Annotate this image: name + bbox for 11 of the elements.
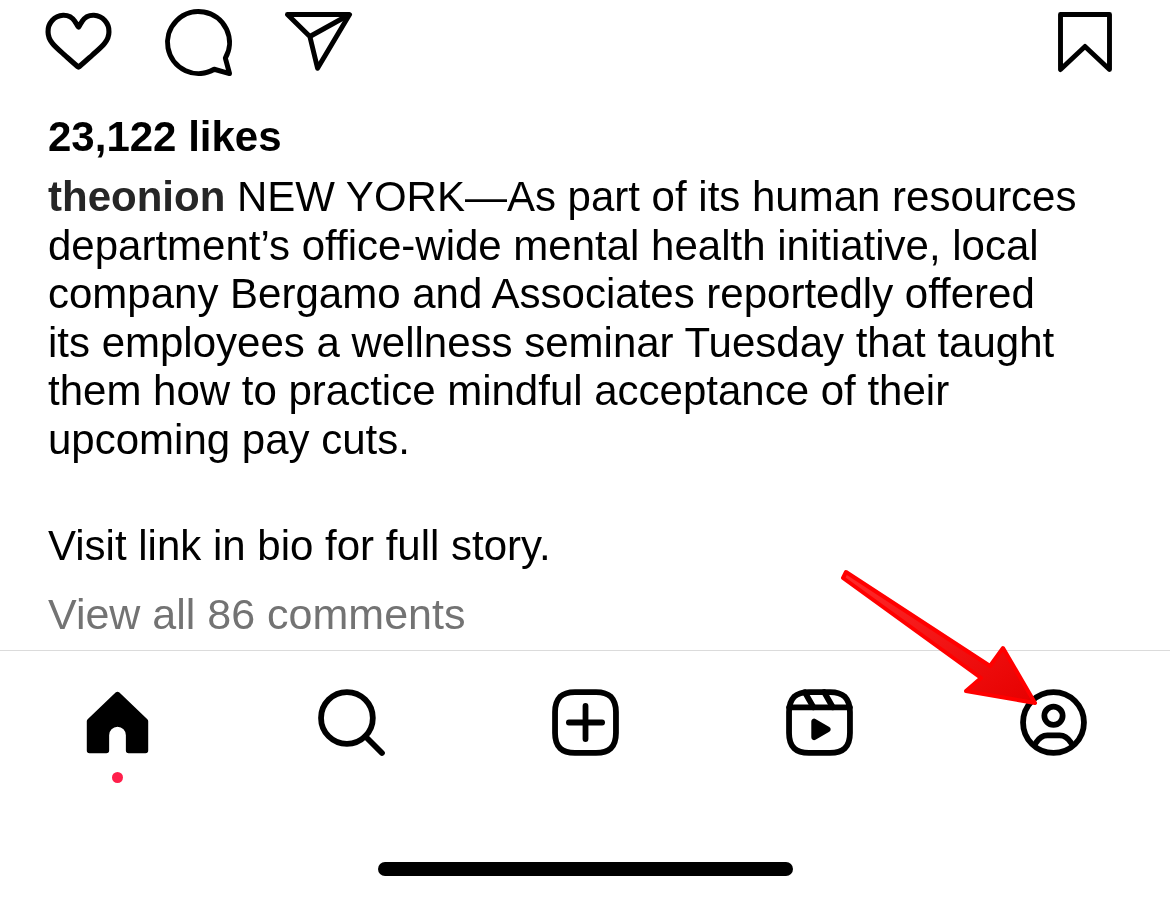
- caption-text: theonion NEW YORK—As part of its human resources department’s office-wide mental health initiative, local company Bergamo and Associates reportedly offered its employees a wellness seminar Tuesday that taught them how to practice mindful acceptance of their upcoming pay cuts.: [48, 173, 1078, 464]
- comment-icon[interactable]: [165, 9, 232, 76]
- bookmark-icon[interactable]: [1058, 12, 1112, 72]
- clapperboard-play-icon[interactable]: [785, 688, 853, 756]
- caption-text: Visit link in bio for full story.: [48, 522, 552, 571]
- person-circle-icon[interactable]: [1019, 688, 1087, 756]
- search-icon[interactable]: [317, 688, 385, 756]
- heart-icon[interactable]: [45, 12, 112, 70]
- likes-count[interactable]: 23,122 likes: [48, 113, 282, 161]
- view-comments-link[interactable]: View all 86 comments: [48, 589, 466, 638]
- share-icon[interactable]: [285, 12, 352, 71]
